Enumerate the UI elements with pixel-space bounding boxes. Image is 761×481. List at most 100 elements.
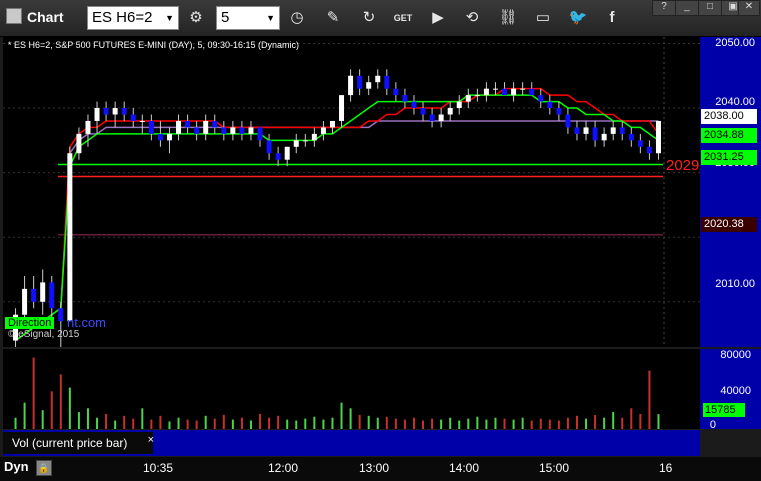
candle-body xyxy=(384,75,390,89)
minimize-button[interactable]: _ xyxy=(675,0,699,16)
candle-body xyxy=(230,127,236,134)
play-icon[interactable]: ▶ xyxy=(427,7,449,29)
candle-body xyxy=(429,114,435,121)
candle-body xyxy=(76,133,82,154)
candle-body xyxy=(239,127,245,134)
candle-body xyxy=(85,120,91,134)
ma-fast-flag: 2034.88 xyxy=(701,128,757,143)
candle-body xyxy=(130,114,136,121)
price-tick: 2040.00 xyxy=(715,96,755,108)
candle-body xyxy=(583,127,589,134)
volume-pane[interactable] xyxy=(3,349,700,429)
red-level-label: 2029 xyxy=(666,157,700,174)
candle-body xyxy=(420,108,426,115)
candle-body xyxy=(646,146,652,154)
candle-body xyxy=(194,127,200,134)
candle-body xyxy=(176,120,182,134)
candle-body xyxy=(619,127,625,134)
study-tab[interactable]: Vol (current price bar) × xyxy=(3,429,154,454)
settings-icon[interactable]: ⚙ xyxy=(185,7,207,29)
candle-body xyxy=(511,88,517,96)
candle-body xyxy=(438,114,444,121)
toolbar: Chart ES H6=2 ▼ ⚙ 5 ▼ ◷ ✎ ↻ GET ▶ ⟲ ⛓ ▭ 🐦 … xyxy=(0,0,761,37)
candle-body xyxy=(366,82,372,89)
candle-body xyxy=(185,120,191,128)
facebook-icon[interactable]: f xyxy=(601,7,623,29)
chevron-down-icon[interactable]: ▼ xyxy=(165,7,174,29)
candle-body xyxy=(601,133,607,141)
candle-body xyxy=(22,288,28,315)
volume-axis[interactable]: 80000 40000 0 15785 xyxy=(700,349,761,431)
clock-icon[interactable]: ◷ xyxy=(286,7,308,29)
candle-body xyxy=(592,127,598,141)
candle-body xyxy=(637,140,643,147)
candle-body xyxy=(520,88,526,90)
twitter-icon[interactable]: 🐦 xyxy=(567,7,589,29)
candle-body xyxy=(393,88,399,96)
time-tick: 10:35 xyxy=(143,461,174,475)
candle-body xyxy=(275,153,281,160)
candle-body xyxy=(266,140,272,154)
link-icon[interactable]: ⛓ xyxy=(497,7,519,29)
refresh-icon[interactable]: ↻ xyxy=(358,7,380,29)
window-title: Chart xyxy=(6,8,64,25)
price-tick: 2050.00 xyxy=(715,37,755,49)
candle-body xyxy=(94,108,100,121)
candle-body xyxy=(339,95,345,121)
symbol-input[interactable]: ES H6=2 ▼ xyxy=(87,6,179,30)
candle-body xyxy=(529,88,535,96)
close-icon[interactable]: × xyxy=(148,429,154,451)
candle-body xyxy=(302,140,308,142)
candle-body xyxy=(402,95,408,102)
candle-body xyxy=(248,127,254,134)
candle-body xyxy=(329,120,335,128)
chevron-down-icon[interactable]: ▼ xyxy=(266,7,275,29)
maximize-button[interactable]: □ xyxy=(698,0,722,16)
candle-body xyxy=(212,120,218,128)
price-axis[interactable]: 2050.00 2040.00 2030.00 2010.00 2038.00 … xyxy=(700,37,761,347)
candle-body xyxy=(67,153,73,322)
candle-body xyxy=(112,108,118,115)
candle-body xyxy=(447,108,453,115)
quote-icon[interactable]: GET xyxy=(392,7,414,29)
chart-window-icon xyxy=(6,8,22,24)
close-button[interactable]: ✕ xyxy=(738,0,760,16)
time-axis[interactable]: Dyn 🔒 10:35 12:00 13:00 14:00 15:00 16 xyxy=(0,457,761,481)
volume-tick: 80000 xyxy=(720,349,751,361)
history-icon[interactable]: ⟲ xyxy=(461,7,483,29)
time-tick: 14:00 xyxy=(449,461,480,475)
candle-body xyxy=(556,108,562,115)
candle-body xyxy=(157,133,163,141)
candle-body xyxy=(483,88,489,96)
candle-body xyxy=(58,308,64,322)
lock-icon[interactable]: 🔒 xyxy=(36,460,52,476)
candle-body xyxy=(139,120,145,122)
candle-body xyxy=(103,108,109,115)
candle-body xyxy=(311,133,317,141)
interval-input[interactable]: 5 ▼ xyxy=(216,6,280,30)
candle-body xyxy=(465,95,471,102)
candle-body xyxy=(257,127,263,141)
candle-body xyxy=(565,114,571,128)
candle-body xyxy=(456,101,462,109)
ma-fast-line xyxy=(15,94,659,342)
direction-url: nt.com xyxy=(67,315,107,330)
chat-icon[interactable]: ▭ xyxy=(532,7,554,29)
candle-body xyxy=(375,75,381,83)
help-button[interactable]: ? xyxy=(652,0,676,16)
dynamic-mode-label[interactable]: Dyn xyxy=(4,459,29,474)
candle-body xyxy=(547,101,553,109)
price-chart[interactable] xyxy=(3,37,700,347)
pencil-icon[interactable]: ✎ xyxy=(322,7,344,29)
candle-body xyxy=(348,75,354,96)
price-pane[interactable]: * ES H6=2, S&P 500 FUTURES E-MINI (DAY),… xyxy=(3,37,700,347)
candle-body xyxy=(492,88,498,90)
time-tick: 15:00 xyxy=(539,461,570,475)
direction-label: Direction xyxy=(5,317,55,329)
volume-chart[interactable] xyxy=(3,349,700,429)
time-tick: 12:00 xyxy=(268,461,299,475)
candle-body xyxy=(628,133,634,141)
candle-body xyxy=(411,101,417,109)
ma-purple-line xyxy=(15,120,659,342)
time-tick: 16 xyxy=(659,461,673,475)
